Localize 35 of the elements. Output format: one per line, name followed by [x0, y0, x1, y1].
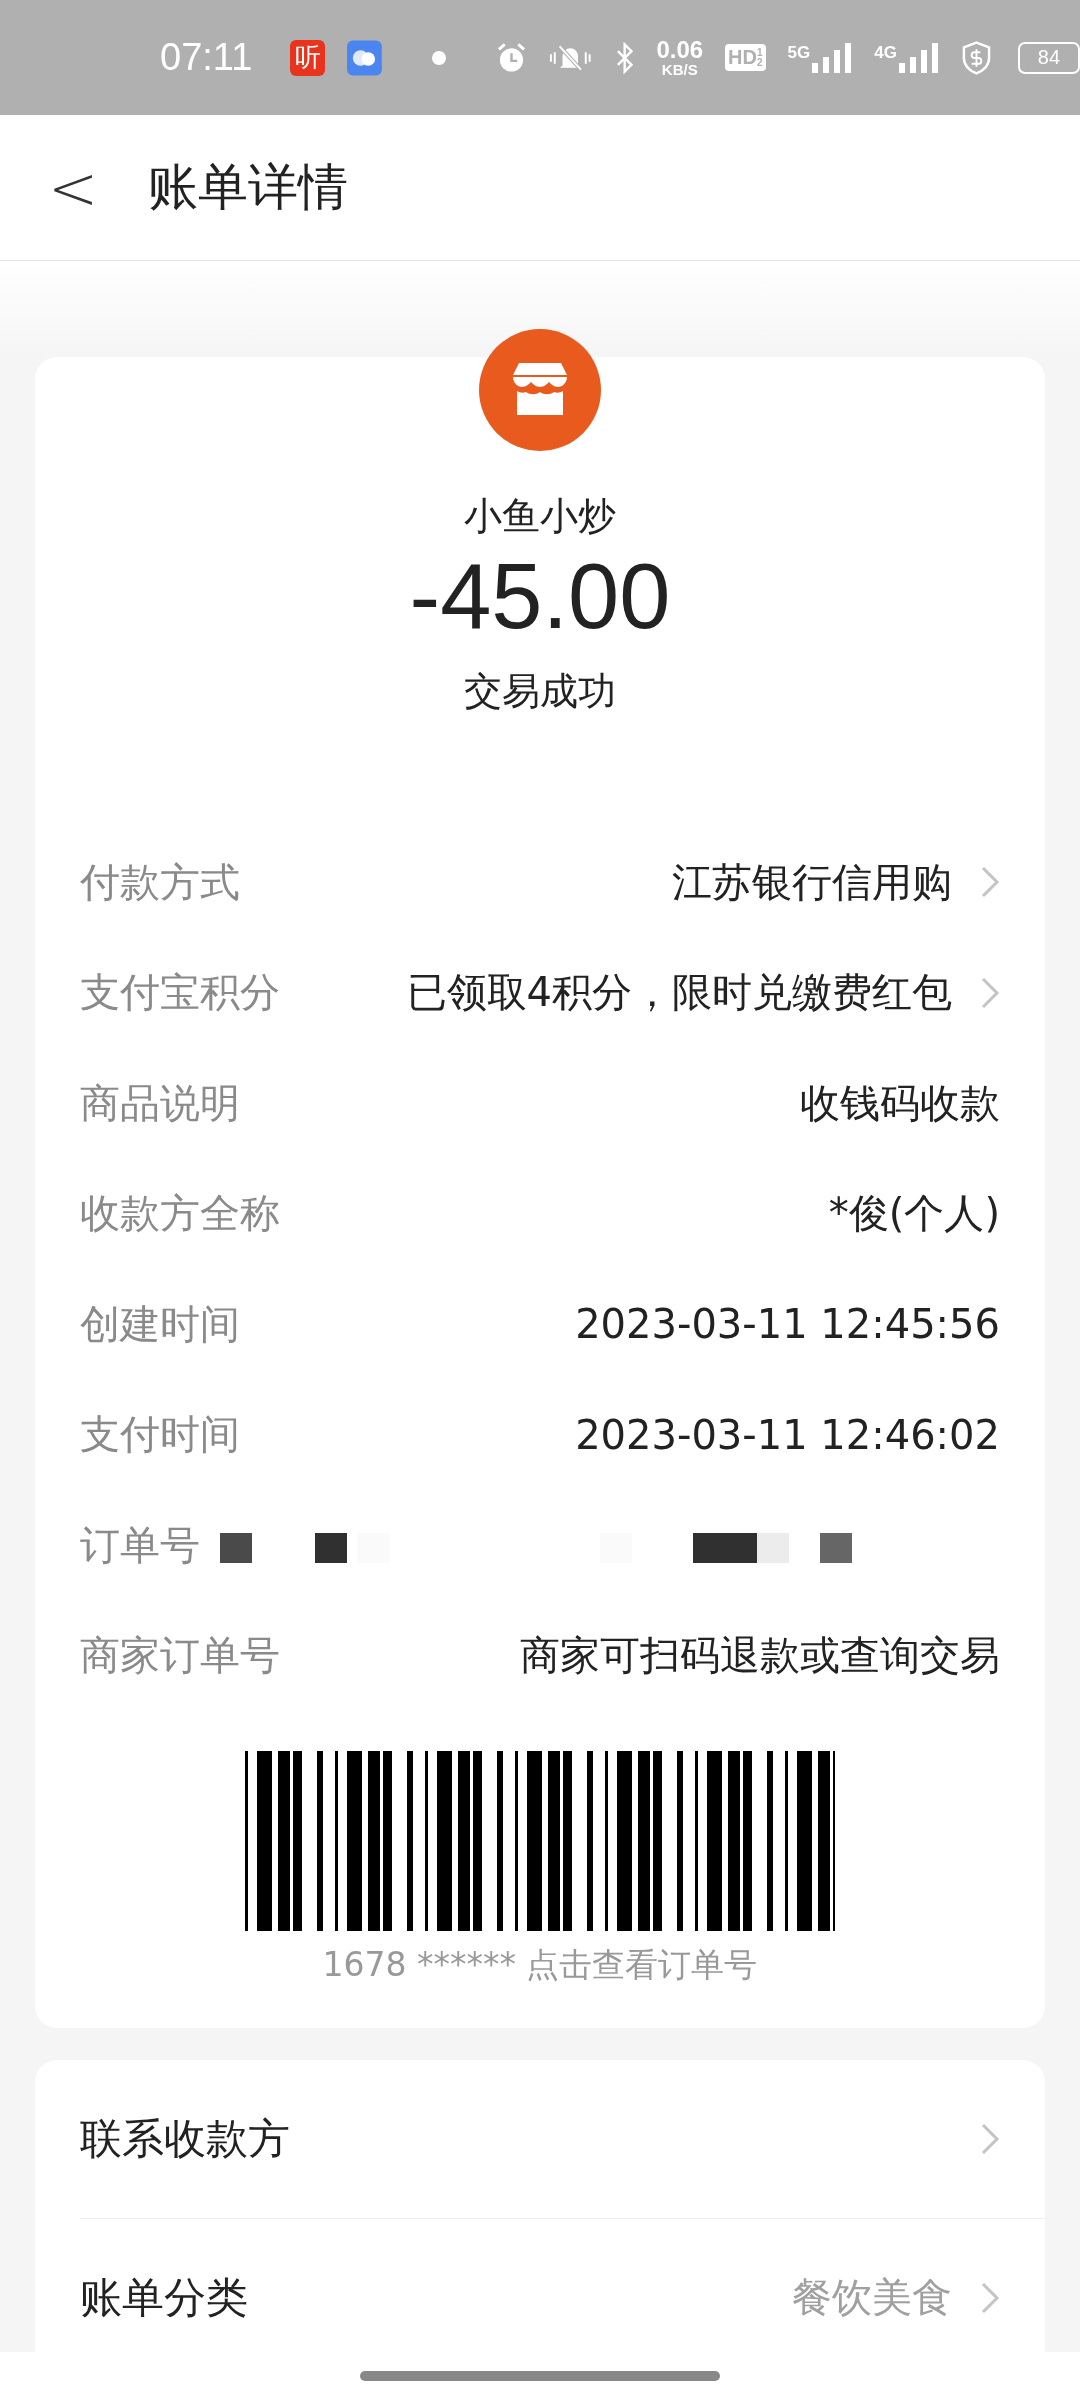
- chevron-right-icon: [980, 2121, 1000, 2156]
- clock-time: 07:11: [160, 36, 253, 79]
- category-value: 餐饮美食: [792, 2273, 952, 2323]
- detail-label: 支付时间: [80, 1410, 240, 1460]
- detail-label: 订单号: [80, 1520, 200, 1570]
- detail-label: 收款方全称: [80, 1189, 280, 1239]
- detail-label: 商家订单号: [80, 1631, 280, 1681]
- detail-label: 付款方式: [80, 857, 240, 907]
- battery-icon: 84: [1017, 41, 1080, 74]
- detail-value[interactable]: 江苏银行信用购: [672, 854, 952, 910]
- detail-value: 2023-03-11 12:45:56: [575, 1301, 1000, 1348]
- page-title: 账单详情: [148, 157, 349, 218]
- bluetooth-icon: [615, 41, 635, 74]
- merchant-name: 小鱼小炒: [463, 493, 617, 540]
- chevron-right-icon: [980, 2280, 1000, 2315]
- detail-label: 创建时间: [80, 1299, 240, 1349]
- network-speed: 0.06 KB/S: [656, 38, 704, 77]
- detail-value: 收钱码收款: [800, 1078, 1000, 1128]
- weather-icon: [347, 39, 382, 76]
- barcode-drawing[interactable]: [245, 1750, 835, 1931]
- detail-value: 2023-03-11 12:46:02: [575, 1411, 1000, 1458]
- app-badge-icon: 听: [290, 39, 326, 76]
- detail-value: *俊(个人): [828, 1189, 1000, 1239]
- back-button[interactable]: <: [0, 157, 99, 218]
- detail-label: 支付宝积分: [80, 968, 280, 1018]
- action-label[interactable]: 账单分类: [80, 2269, 248, 2326]
- transaction-status: 交易成功: [463, 667, 617, 715]
- shield-icon: [960, 39, 992, 76]
- detail-label: 商品说明: [80, 1078, 240, 1128]
- alarm-icon: [495, 41, 527, 74]
- notification-dot-icon: [431, 50, 446, 65]
- detail-value[interactable]: 已领取4积分，限时兑缴费红包: [406, 965, 952, 1021]
- action-label[interactable]: 联系收款方: [80, 2110, 290, 2167]
- amount: -45.00: [408, 544, 672, 649]
- detail-value: 商家可扫码退款或查询交易: [520, 1631, 1000, 1681]
